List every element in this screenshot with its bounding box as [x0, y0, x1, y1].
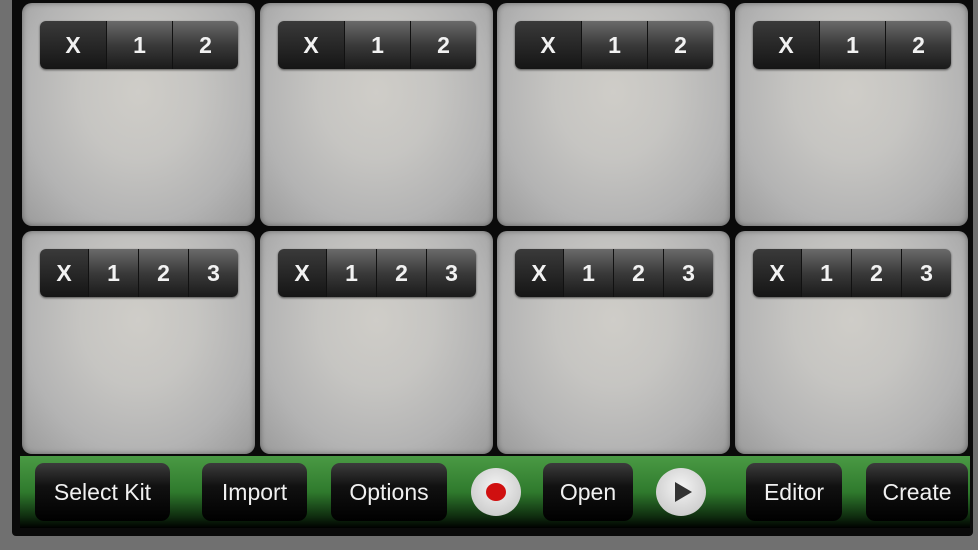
mode-2-button[interactable]: 2: [613, 249, 663, 297]
mode-off-button[interactable]: X: [753, 249, 801, 297]
mode-2-button[interactable]: 2: [410, 21, 476, 69]
drum-pad[interactable]: X12: [497, 3, 730, 226]
pad-mode-selector: X12: [753, 21, 951, 69]
mode-1-button[interactable]: 1: [819, 21, 885, 69]
mode-off-button[interactable]: X: [753, 21, 819, 69]
mode-off-button[interactable]: X: [515, 249, 563, 297]
open-button[interactable]: Open: [543, 463, 633, 521]
mode-1-button[interactable]: 1: [88, 249, 138, 297]
pad-mode-selector: X123: [753, 249, 951, 297]
pad-mode-selector: X123: [278, 249, 476, 297]
mode-2-button[interactable]: 2: [376, 249, 426, 297]
mode-2-button[interactable]: 2: [851, 249, 901, 297]
record-icon: [486, 483, 506, 501]
mode-2-button[interactable]: 2: [172, 21, 238, 69]
mode-1-button[interactable]: 1: [106, 21, 172, 69]
drum-pad[interactable]: X123: [735, 231, 968, 454]
pad-mode-selector: X12: [40, 21, 238, 69]
mode-3-button[interactable]: 3: [426, 249, 476, 297]
drum-pad[interactable]: X123: [22, 231, 255, 454]
bottom-toolbar: Select Kit Import Options Open Editor Cr…: [20, 456, 970, 528]
pad-mode-selector: X123: [515, 249, 713, 297]
mode-1-button[interactable]: 1: [326, 249, 376, 297]
mode-3-button[interactable]: 3: [188, 249, 238, 297]
drum-pad[interactable]: X123: [497, 231, 730, 454]
mode-off-button[interactable]: X: [278, 249, 326, 297]
mode-2-button[interactable]: 2: [885, 21, 951, 69]
mode-3-button[interactable]: 3: [663, 249, 713, 297]
mode-2-button[interactable]: 2: [138, 249, 188, 297]
create-button[interactable]: Create: [866, 463, 968, 521]
options-button[interactable]: Options: [331, 463, 447, 521]
drum-pad[interactable]: X12: [22, 3, 255, 226]
mode-2-button[interactable]: 2: [647, 21, 713, 69]
select-kit-button[interactable]: Select Kit: [35, 463, 170, 521]
pad-mode-selector: X12: [515, 21, 713, 69]
play-button[interactable]: [656, 468, 706, 516]
mode-1-button[interactable]: 1: [801, 249, 851, 297]
record-button[interactable]: [471, 468, 521, 516]
drum-pad[interactable]: X12: [735, 3, 968, 226]
pad-mode-selector: X123: [40, 249, 238, 297]
play-icon: [674, 482, 692, 502]
import-button[interactable]: Import: [202, 463, 307, 521]
pad-mode-selector: X12: [278, 21, 476, 69]
mode-off-button[interactable]: X: [278, 21, 344, 69]
mode-1-button[interactable]: 1: [344, 21, 410, 69]
editor-button[interactable]: Editor: [746, 463, 842, 521]
mode-1-button[interactable]: 1: [581, 21, 647, 69]
mode-off-button[interactable]: X: [40, 21, 106, 69]
mode-off-button[interactable]: X: [40, 249, 88, 297]
mode-off-button[interactable]: X: [515, 21, 581, 69]
drum-pad[interactable]: X123: [260, 231, 493, 454]
drum-pad[interactable]: X12: [260, 3, 493, 226]
mode-1-button[interactable]: 1: [563, 249, 613, 297]
mode-3-button[interactable]: 3: [901, 249, 951, 297]
